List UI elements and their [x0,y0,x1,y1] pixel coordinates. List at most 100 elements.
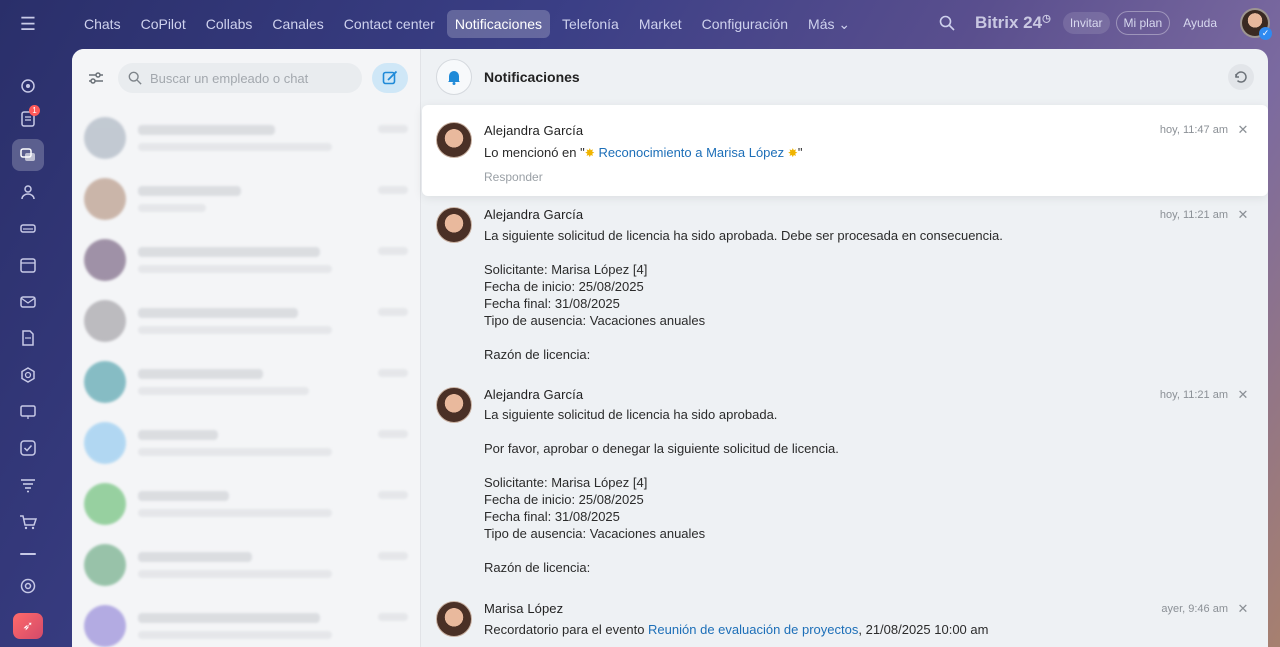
calendar-icon[interactable] [12,249,44,281]
compose-button[interactable] [372,63,408,93]
mail-icon[interactable] [12,286,44,318]
read-all-icon[interactable] [1228,64,1254,90]
notification-text: Recordatorio para el evento Reunión de e… [484,621,1254,638]
invite-button[interactable]: Invitar [1062,12,1110,34]
top-nav: Chats CoPilot Collabs Canales Contact ce… [76,10,858,38]
nav-chats[interactable]: Chats [76,10,129,38]
text-prefix: Recordatorio para el evento [484,622,649,637]
user-avatar[interactable]: ✓ [1240,8,1272,40]
notification-line [484,329,1254,346]
notification-time: hoy, 11:21 am [1159,389,1228,401]
close-icon[interactable]: ✕ [1236,208,1250,222]
shop-cart-icon[interactable] [12,506,44,538]
notification-line: Fecha final: 31/08/2025 [484,296,620,311]
messenger-panel: Notificaciones hoy, 11:47 am ✕ Alejandra… [72,49,1268,647]
nav-copilot[interactable]: CoPilot [133,10,194,38]
notification-line: Fecha final: 31/08/2025 [484,509,620,524]
nav-configuracion[interactable]: Configuración [694,10,796,38]
star-icon: ✸ [584,146,595,160]
nav-mas[interactable]: Más ⌄ [800,10,858,38]
nav-notificaciones[interactable]: Notificaciones [446,10,551,38]
avatar [436,122,472,158]
notification-line: Razón de licencia: [484,347,591,362]
messenger-icon[interactable] [12,139,44,171]
notification-line [484,244,1254,261]
feed-icon[interactable]: 1 [12,103,44,135]
verified-icon: ✓ [1259,27,1272,40]
nav-collabs[interactable]: Collabs [198,10,261,38]
filter-icon[interactable] [84,66,108,90]
nav-canales[interactable]: Canales [264,10,331,38]
menu-icon[interactable]: ☰ [14,12,42,36]
video-board-icon[interactable] [12,396,44,428]
avatar [436,601,472,637]
plan-button[interactable]: Mi plan [1115,11,1171,35]
crm-funnel-icon[interactable] [12,469,44,501]
bell-icon [436,59,472,95]
text-prefix: Lo mencionó en " [484,145,585,160]
notification-text: Lo mencionó en "✸ Reconocimiento a Maris… [484,144,1254,162]
avatar [84,238,126,281]
help-button[interactable]: Ayuda [1176,12,1224,34]
notification-line [484,423,1254,440]
text-suffix: " [797,145,803,160]
notification-item[interactable]: hoy, 11:47 am ✕ Alejandra García Lo menc… [422,105,1268,196]
notification-badge: 1 [29,105,40,116]
avatar [84,116,126,159]
copilot-icon[interactable] [12,70,44,102]
notification-line: Por favor, aprobar o denegar la siguient… [484,441,839,456]
notification-author: Marisa López [484,601,564,616]
nav-market[interactable]: Market [631,10,690,38]
notification-line: Razón de licencia: [484,560,591,575]
notification-line: La siguiente solicitud de licencia ha si… [484,228,1003,243]
avatar [84,360,126,403]
list-item[interactable] [72,595,420,647]
list-item[interactable] [72,473,420,534]
rail-divider [20,553,36,555]
top-right-area: Bitrix 24◷ Invitar Mi plan Ayuda ✓ [935,8,1272,40]
avatar [84,421,126,464]
tasks-icon[interactable] [12,432,44,464]
search-icon[interactable] [935,11,959,35]
compose-icon [382,70,398,85]
nav-contact-center[interactable]: Contact center [336,10,443,38]
notification-item[interactable]: ayer, 9:46 am ✕ Marisa López Recordatori… [422,601,1268,638]
nav-telefonia[interactable]: Telefonía [554,10,627,38]
list-item[interactable] [72,229,420,290]
avatar [84,604,126,647]
notification-line [484,542,1254,559]
list-item[interactable] [72,534,420,595]
notification-item[interactable]: hoy, 11:21 am ✕ Alejandra García La sigu… [422,387,1268,576]
list-item[interactable] [72,412,420,473]
list-item[interactable] [72,168,420,229]
list-item[interactable] [72,107,420,168]
settings-gear-icon[interactable] [12,570,44,602]
notification-link[interactable]: Reconocimiento a Marisa López [598,145,784,160]
notification-item[interactable]: hoy, 11:21 am ✕ Alejandra García La sigu… [422,207,1268,363]
sites-icon[interactable] [12,359,44,391]
event-link[interactable]: Reunión de evaluación de proyectos [648,622,858,637]
rocket-icon[interactable]: ➶ [13,613,43,639]
notification-line: Solicitante: Marisa López [4] [484,475,648,490]
close-icon[interactable]: ✕ [1236,123,1250,137]
chat-search-input[interactable] [150,70,340,86]
notification-line: Tipo de ausencia: Vacaciones anuales [484,313,706,328]
close-icon[interactable]: ✕ [1236,602,1250,616]
drive-icon[interactable] [12,212,44,244]
star-icon: ✸ [787,146,798,160]
top-bar: ☰ Chats CoPilot Collabs Canales Contact … [0,0,1280,48]
notification-time: hoy, 11:47 am [1159,124,1228,136]
close-icon[interactable]: ✕ [1236,388,1250,402]
brand-logo[interactable]: Bitrix 24◷ [975,13,1051,33]
page-title: Notificaciones [484,69,580,85]
reply-button[interactable]: Responder [484,170,1254,184]
avatar [436,387,472,423]
list-item[interactable] [72,290,420,351]
notification-author: Alejandra García [484,387,584,402]
employees-icon[interactable] [12,176,44,208]
document-icon[interactable] [12,322,44,354]
list-item[interactable] [72,351,420,412]
notification-line: Fecha de inicio: 25/08/2025 [484,492,644,507]
clock-icon: ◷ [1042,13,1051,25]
avatar [84,482,126,525]
